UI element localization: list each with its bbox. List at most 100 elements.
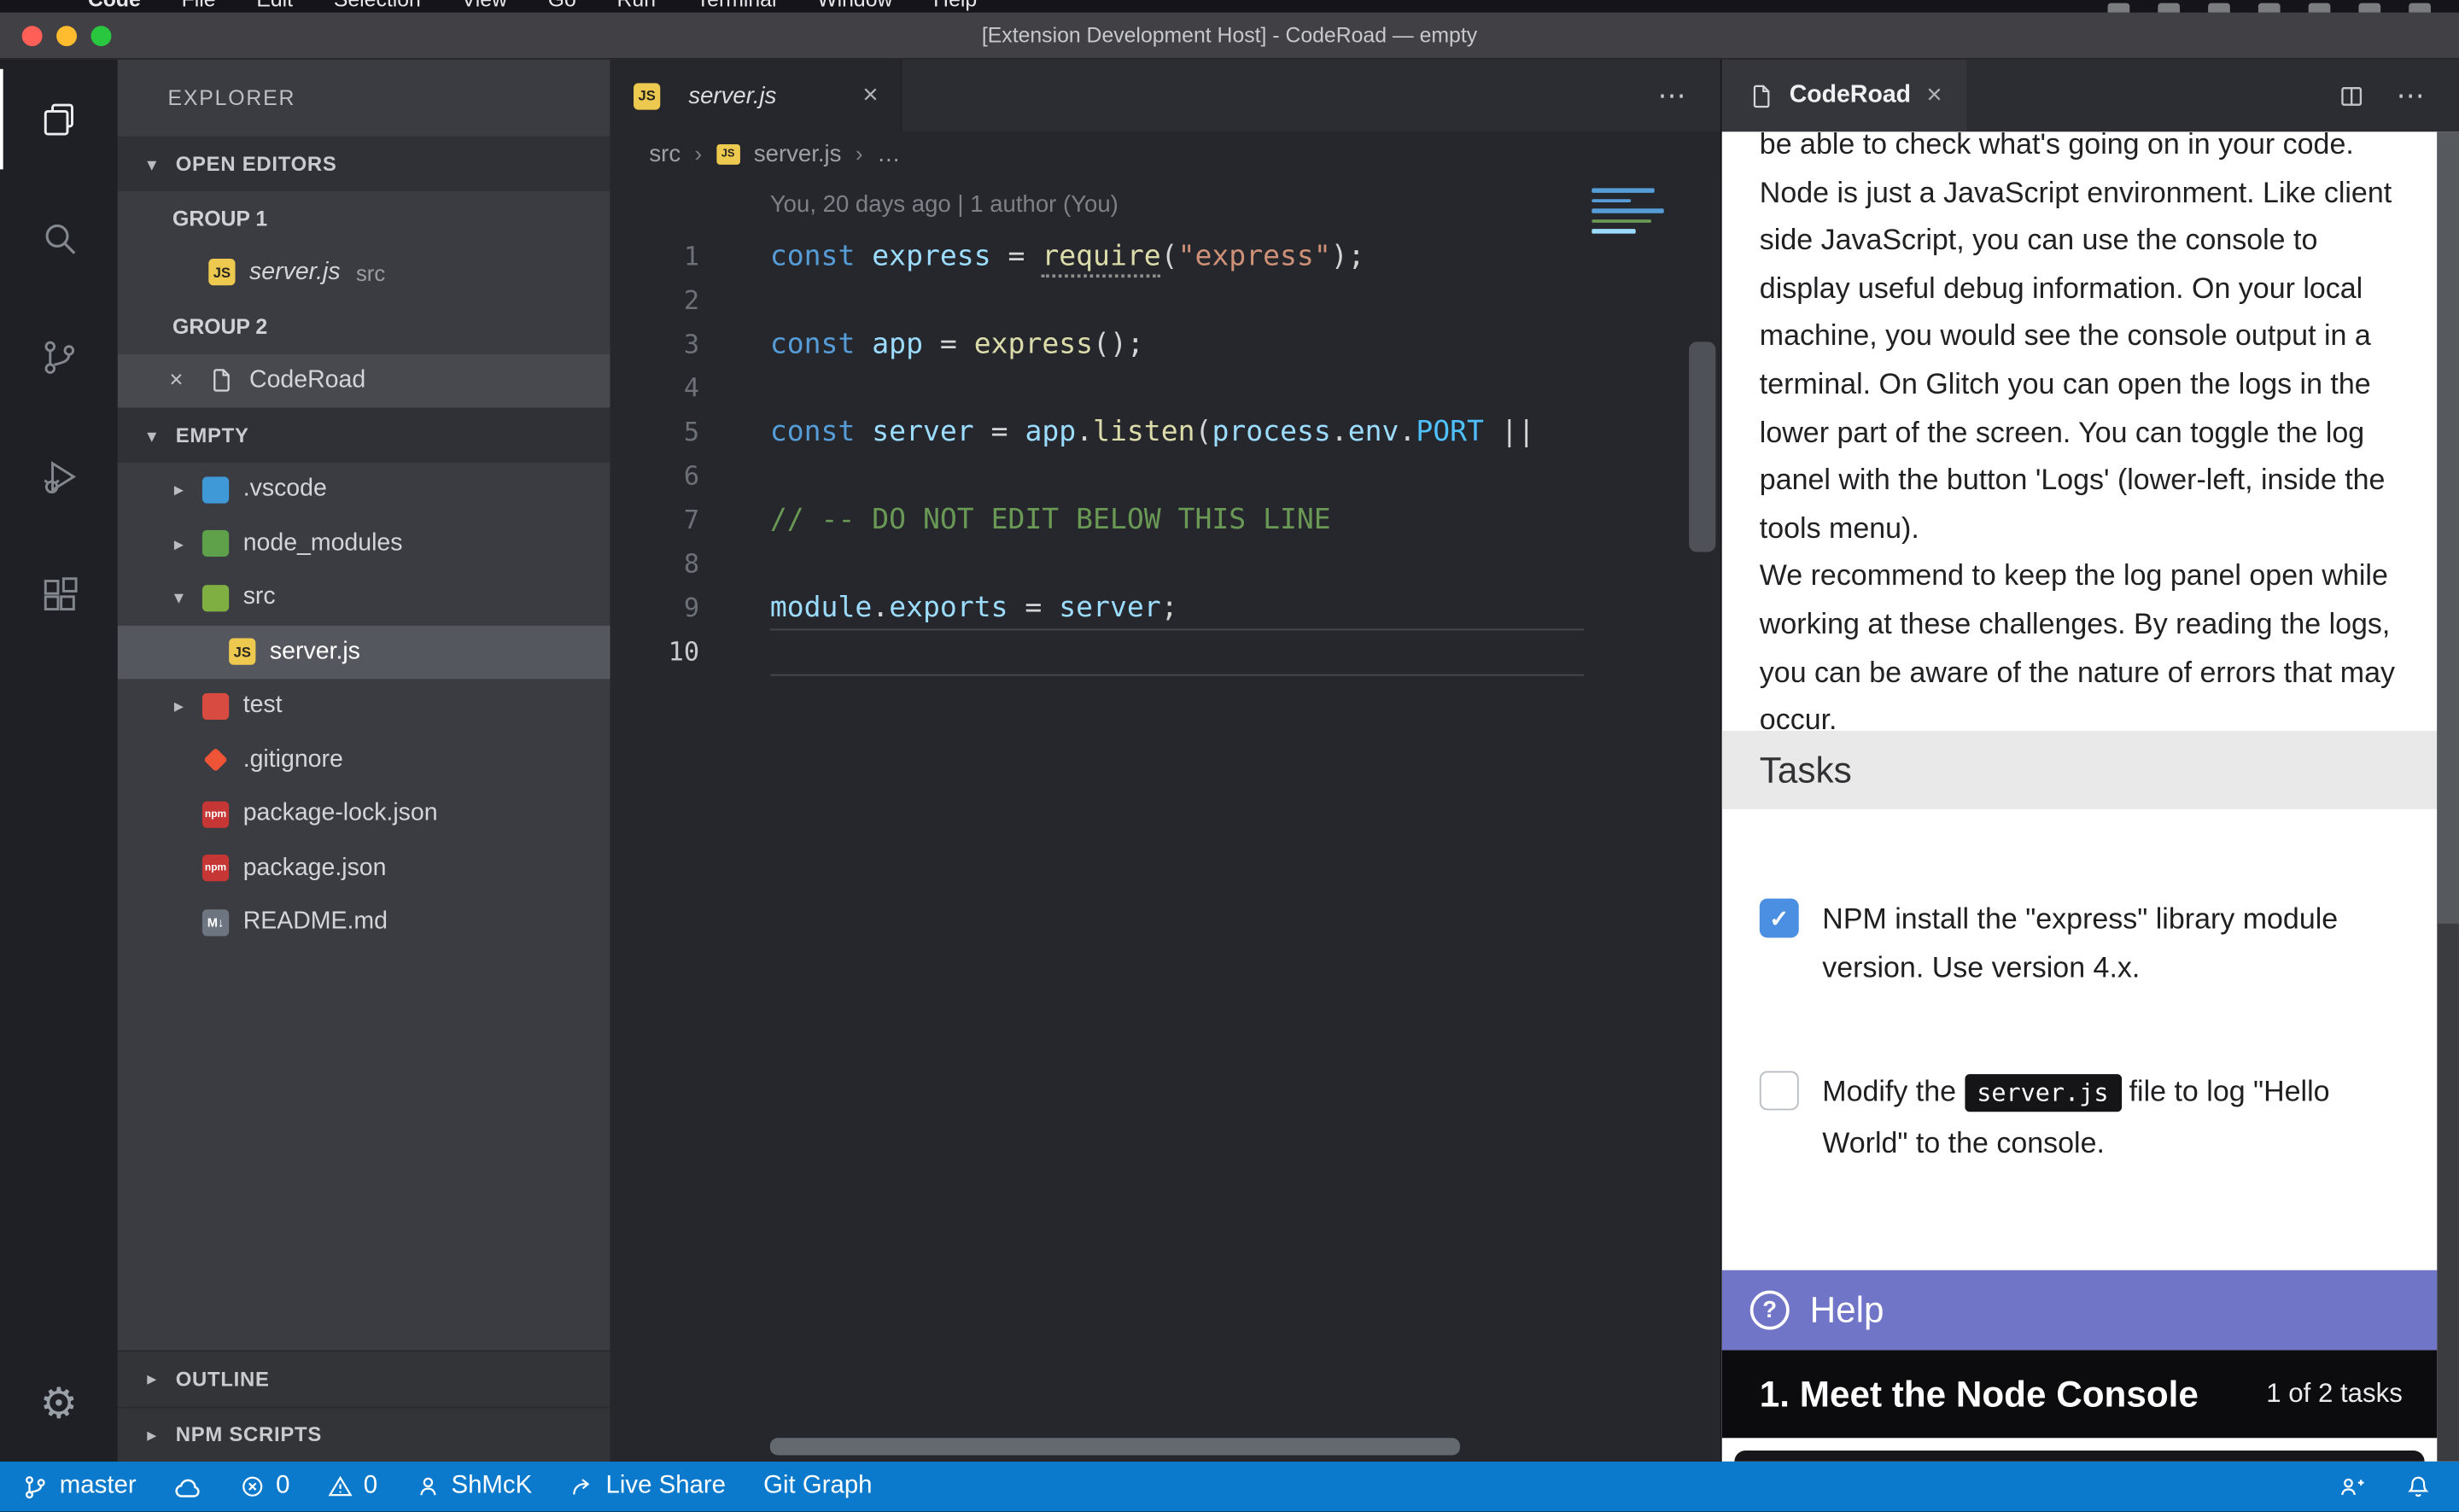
minimap[interactable] bbox=[1592, 188, 1665, 236]
tree-item-node-modules[interactable]: ▸node_modules bbox=[118, 517, 610, 570]
close-window-button[interactable] bbox=[22, 25, 43, 45]
search-icon[interactable] bbox=[0, 178, 118, 298]
line-number[interactable]: 2 bbox=[611, 279, 699, 323]
tree-item-src[interactable]: ▾src bbox=[118, 571, 610, 625]
tree-item--vscode[interactable]: ▸.vscode bbox=[118, 463, 610, 517]
status-item-live-share-contacts[interactable] bbox=[2339, 1474, 2365, 1499]
horizontal-scrollbar[interactable] bbox=[770, 1438, 1460, 1455]
open-editor-item-server-js[interactable]: JSserver.jssrc bbox=[118, 245, 610, 299]
git-file-icon bbox=[202, 747, 229, 774]
error-icon bbox=[240, 1474, 265, 1499]
status-item-git-branch[interactable]: master bbox=[22, 1473, 137, 1501]
line-number[interactable]: 3 bbox=[611, 323, 699, 366]
line-number[interactable]: 5 bbox=[611, 411, 699, 454]
tab-server-js[interactable]: JS server.js × bbox=[611, 60, 902, 131]
explorer-icon[interactable] bbox=[0, 60, 118, 179]
checked-checkbox[interactable]: ✓ bbox=[1760, 898, 1799, 937]
menu-file[interactable]: File bbox=[182, 0, 216, 10]
status-item-live-share[interactable]: Live Share bbox=[569, 1473, 726, 1501]
line-number[interactable]: 6 bbox=[611, 455, 699, 499]
tutorial-text: be able to check what's going on in your… bbox=[1760, 131, 2397, 744]
code-token: (); bbox=[1093, 328, 1144, 361]
close-tab-icon[interactable]: × bbox=[1926, 80, 1942, 112]
code-editor[interactable]: You, 20 days ago | 1 author (You) 1const… bbox=[611, 176, 1720, 1462]
coderoad-content: be able to check what's going on in your… bbox=[1722, 131, 2459, 1462]
zoom-window-button[interactable] bbox=[91, 25, 112, 45]
settings-gear-icon[interactable]: ⚙ bbox=[40, 1361, 78, 1445]
tree-item-readme-md[interactable]: M↓README.md bbox=[118, 896, 610, 949]
breadcrumb-item[interactable]: server.js bbox=[754, 140, 842, 166]
split-editor-icon[interactable] bbox=[2339, 82, 2365, 108]
lesson-footer[interactable]: 1. Meet the Node Console 1 of 2 tasks bbox=[1722, 1350, 2438, 1438]
code-line-3[interactable]: 3 const app = express(); bbox=[611, 323, 1720, 366]
status-item-warnings[interactable]: 0 bbox=[328, 1473, 378, 1501]
code-line-6[interactable]: 6 bbox=[611, 455, 1720, 499]
code-token: ( bbox=[1195, 416, 1212, 449]
window-title: [Extension Development Host] - CodeRoad … bbox=[0, 13, 2459, 58]
workbench: ⚙ EXPLORER ▾ OPEN EDITORS GROUP 1JSserve… bbox=[0, 60, 2459, 1462]
tree-item-test[interactable]: ▸test bbox=[118, 679, 610, 733]
code-line-1[interactable]: 1const express = require("express"); bbox=[611, 236, 1720, 279]
more-actions-icon[interactable]: ⋯ bbox=[2397, 79, 2425, 113]
chevron-right-icon: ▸ bbox=[165, 479, 193, 501]
status-item-notifications[interactable] bbox=[2406, 1474, 2431, 1499]
code-line-8[interactable]: 8 bbox=[611, 543, 1720, 587]
menu-run[interactable]: Run bbox=[617, 0, 656, 10]
breadcrumb-item[interactable]: … bbox=[877, 140, 901, 166]
run-debug-icon[interactable] bbox=[0, 417, 118, 537]
code-text: // -- DO NOT EDIT BELOW THIS LINE bbox=[770, 499, 1331, 542]
tab-coderoad[interactable]: CodeRoad × bbox=[1722, 60, 1967, 131]
menu-edit[interactable]: Edit bbox=[256, 0, 293, 10]
breadcrumb[interactable]: src›JSserver.js›… bbox=[611, 131, 1720, 175]
tree-item--gitignore[interactable]: .gitignore bbox=[118, 733, 610, 787]
line-number[interactable]: 9 bbox=[611, 587, 699, 630]
extensions-icon[interactable] bbox=[0, 536, 118, 656]
menu-view[interactable]: View bbox=[462, 0, 507, 10]
code-text: const app = express(); bbox=[770, 323, 1144, 366]
open-editor-item-coderoad[interactable]: ×CodeRoad bbox=[118, 353, 610, 407]
code-line-2[interactable]: 2 bbox=[611, 279, 1720, 323]
unchecked-checkbox[interactable] bbox=[1760, 1071, 1799, 1110]
line-number[interactable]: 7 bbox=[611, 499, 699, 542]
sidebar-section-outline[interactable]: ▸OUTLINE bbox=[118, 1350, 610, 1405]
workspace-root-header[interactable]: ▾ EMPTY bbox=[118, 408, 610, 463]
webview-scrollbar[interactable] bbox=[2437, 131, 2459, 1462]
line-number[interactable]: 4 bbox=[611, 367, 699, 411]
line-number[interactable]: 1 bbox=[611, 236, 699, 279]
line-number[interactable]: 8 bbox=[611, 543, 699, 587]
menu-go[interactable]: Go bbox=[548, 0, 576, 10]
status-item-git-graph[interactable]: Git Graph bbox=[763, 1473, 872, 1501]
webview-scrollbar-thumb[interactable] bbox=[2437, 131, 2459, 924]
code-line-9[interactable]: 9module.exports = server; bbox=[611, 587, 1720, 630]
close-tab-icon[interactable]: × bbox=[862, 80, 878, 112]
breadcrumb-item[interactable]: src bbox=[649, 140, 680, 166]
menu-window[interactable]: Window bbox=[817, 0, 892, 10]
status-item-label: Git Graph bbox=[763, 1473, 872, 1501]
line-number[interactable]: 10 bbox=[611, 630, 699, 674]
source-control-icon[interactable] bbox=[0, 298, 118, 417]
explorer-sidebar: EXPLORER ▾ OPEN EDITORS GROUP 1JSserver.… bbox=[118, 60, 612, 1462]
open-editors-header[interactable]: ▾ OPEN EDITORS bbox=[118, 137, 610, 191]
code-line-7[interactable]: 7 // -- DO NOT EDIT BELOW THIS LINE bbox=[611, 499, 1720, 542]
status-item-publish-sync[interactable] bbox=[174, 1474, 202, 1498]
code-line-10[interactable]: 10 bbox=[611, 630, 1720, 674]
menu-terminal[interactable]: Terminal bbox=[697, 0, 777, 10]
minimap-line bbox=[1592, 225, 1665, 227]
more-actions-icon[interactable]: ⋯ bbox=[1657, 79, 1685, 113]
editor-scrollbar-thumb[interactable] bbox=[1689, 342, 1715, 552]
code-line-4[interactable]: 4 bbox=[611, 367, 1720, 411]
tree-item-server-js[interactable]: JSserver.js bbox=[118, 625, 610, 679]
tree-item-label: src bbox=[243, 584, 276, 612]
status-item-errors[interactable]: 0 bbox=[240, 1473, 290, 1501]
help-button[interactable]: ? Help bbox=[1722, 1270, 2438, 1351]
menu-code[interactable]: Code bbox=[88, 0, 141, 10]
tree-item-package-json[interactable]: npmpackage.json bbox=[118, 841, 610, 895]
close-editor-icon[interactable]: × bbox=[169, 367, 208, 394]
menu-help[interactable]: Help bbox=[933, 0, 977, 10]
minimize-window-button[interactable] bbox=[56, 25, 77, 45]
sidebar-section-npm-scripts[interactable]: ▸NPM SCRIPTS bbox=[118, 1406, 610, 1462]
code-line-5[interactable]: 5const server = app.listen(process.env.P… bbox=[611, 411, 1720, 454]
menu-selection[interactable]: Selection bbox=[334, 0, 421, 10]
status-item-shmck[interactable]: ShMcK bbox=[415, 1473, 532, 1501]
tree-item-package-lock-json[interactable]: npmpackage-lock.json bbox=[118, 787, 610, 841]
